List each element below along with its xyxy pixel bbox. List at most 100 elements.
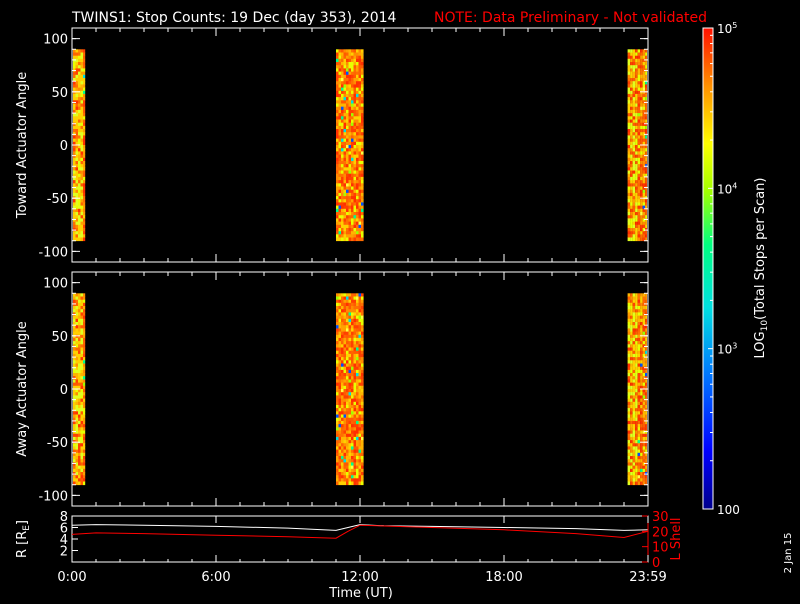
heatmap-cell xyxy=(83,187,85,191)
heatmap-cell xyxy=(83,215,85,219)
heatmap-cell xyxy=(73,303,76,307)
heatmap-cell xyxy=(336,142,339,146)
heatmap-cell xyxy=(633,222,636,226)
heatmap-cell xyxy=(81,405,84,409)
heatmap-cell xyxy=(628,110,631,114)
heatmap-cell xyxy=(336,325,339,329)
heatmap-cell xyxy=(81,107,84,111)
heatmap-cell xyxy=(341,351,344,355)
heatmap-cell xyxy=(346,72,349,76)
heatmap-cell xyxy=(341,139,344,143)
heatmap-cell xyxy=(341,180,344,184)
heatmap-cell xyxy=(359,62,362,66)
heatmap-cell xyxy=(638,300,641,304)
heatmap-cell xyxy=(638,348,641,352)
heatmap-cell xyxy=(640,94,643,98)
heatmap-cell xyxy=(83,164,85,168)
heatmap-cell xyxy=(356,431,359,435)
heatmap-cell xyxy=(81,437,84,441)
heatmap-cell xyxy=(344,300,347,304)
heatmap-cell xyxy=(344,174,347,178)
heatmap-cell xyxy=(76,104,79,108)
y-tick-label: -100 xyxy=(38,245,68,260)
heatmap-cell xyxy=(354,145,357,149)
heatmap-cell xyxy=(339,218,342,222)
heatmap-cell xyxy=(630,231,633,235)
heatmap-cell xyxy=(628,209,631,213)
heatmap-cell xyxy=(356,158,359,162)
heatmap-cell xyxy=(339,206,342,210)
heatmap-cell xyxy=(628,81,631,85)
heatmap-cell xyxy=(633,234,636,238)
heatmap-cell xyxy=(359,139,362,143)
heatmap-cell xyxy=(349,231,352,235)
heatmap-cell xyxy=(640,126,643,130)
heatmap-cell xyxy=(341,91,344,95)
heatmap-cell xyxy=(633,424,636,428)
heatmap-cell xyxy=(73,104,76,108)
heatmap-cell xyxy=(640,177,643,181)
heatmap-cell xyxy=(344,88,347,92)
heatmap-cell xyxy=(635,91,638,95)
heatmap-cell xyxy=(645,183,647,187)
heatmap-cell xyxy=(346,325,349,329)
heatmap-cell xyxy=(638,328,641,332)
heatmap-cell xyxy=(359,94,362,98)
heatmap-cell xyxy=(349,303,352,307)
heatmap-cell xyxy=(630,129,633,133)
heatmap-cell xyxy=(638,183,641,187)
heatmap-cell xyxy=(351,209,354,213)
heatmap-cell xyxy=(83,386,85,390)
heatmap-cell xyxy=(349,392,352,396)
heatmap-cell xyxy=(344,158,347,162)
heatmap-cell xyxy=(349,402,352,406)
heatmap-cell xyxy=(359,328,362,332)
heatmap-cell xyxy=(81,202,84,206)
heatmap-cell xyxy=(638,59,641,63)
heatmap-cell xyxy=(346,405,349,409)
heatmap-cell xyxy=(351,49,354,53)
heatmap-cell xyxy=(359,338,362,342)
heatmap-cell xyxy=(635,408,638,412)
heatmap-cell xyxy=(339,376,342,380)
heatmap-cell xyxy=(361,104,364,108)
heatmap-cell xyxy=(628,421,631,425)
heatmap-cell xyxy=(81,199,84,203)
heatmap-cell xyxy=(630,415,633,419)
heatmap-cell xyxy=(339,202,342,206)
heatmap-cell xyxy=(346,421,349,425)
heatmap-cell xyxy=(630,199,633,203)
heatmap-cell xyxy=(361,376,364,380)
heatmap-cell xyxy=(341,206,344,210)
heatmap-cell xyxy=(361,344,364,348)
heatmap-cell xyxy=(630,177,633,181)
heatmap-cell xyxy=(635,238,638,242)
heatmap-cell xyxy=(349,293,352,297)
heatmap-cell xyxy=(354,62,357,66)
heatmap-cell xyxy=(341,297,344,301)
heatmap-cell xyxy=(640,437,643,441)
heatmap-cell xyxy=(638,75,641,79)
heatmap-cell xyxy=(336,151,339,155)
heatmap-cell xyxy=(633,231,636,235)
heatmap-cell xyxy=(336,113,339,117)
heatmap-cell xyxy=(633,453,636,457)
heatmap-cell xyxy=(76,303,79,307)
heatmap-cell xyxy=(628,316,631,320)
heatmap-cell xyxy=(640,357,643,361)
heatmap-cell xyxy=(361,151,364,155)
heatmap-cell xyxy=(349,450,352,454)
heatmap-cell xyxy=(640,462,643,466)
heatmap-cell xyxy=(83,123,85,127)
heatmap-cell xyxy=(359,202,362,206)
heatmap-cell xyxy=(361,113,364,117)
heatmap-cell xyxy=(359,148,362,152)
heatmap-cell xyxy=(361,316,364,320)
heatmap-cell xyxy=(344,431,347,435)
heatmap-cell xyxy=(354,234,357,238)
heatmap-cell xyxy=(635,357,638,361)
heatmap-cell xyxy=(638,364,641,368)
heatmap-cell xyxy=(640,415,643,419)
heatmap-cell xyxy=(354,75,357,79)
heatmap-cell xyxy=(83,328,85,332)
